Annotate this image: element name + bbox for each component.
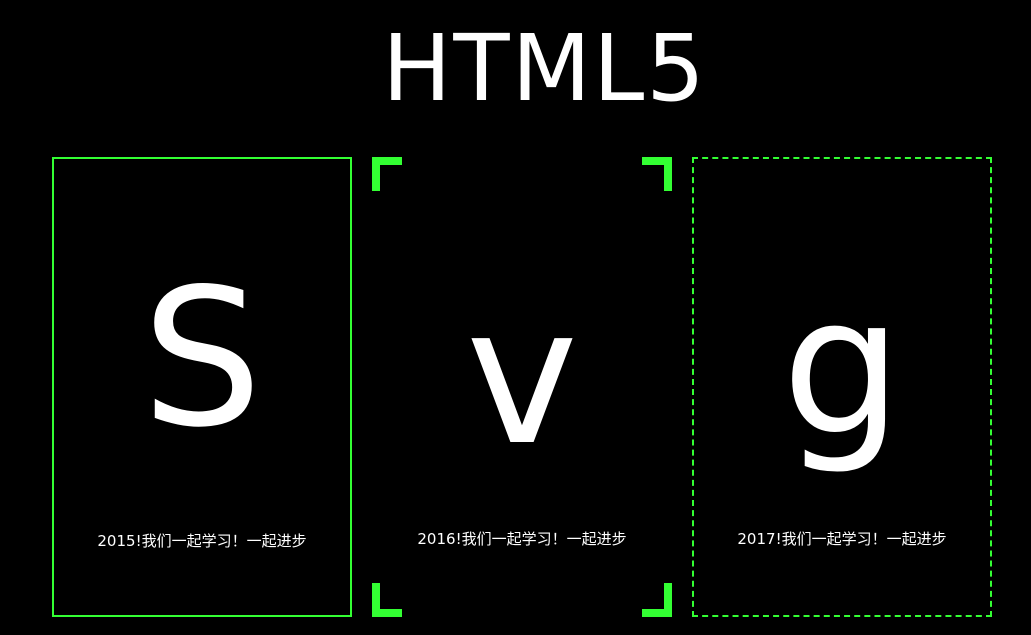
- corner-bracket-bottom-left: [372, 583, 402, 617]
- card-letter: S: [141, 248, 263, 469]
- corner-bracket-top-left: [372, 157, 402, 191]
- corner-bracket-top-right: [642, 157, 672, 191]
- card-caption: 2016!我们一起学习！一起进步: [417, 530, 627, 548]
- card-caption: 2017!我们一起学习！一起进步: [737, 530, 947, 548]
- corner-bracket-bottom-right: [642, 583, 672, 617]
- card-s: S 2015!我们一起学习！一起进步: [52, 157, 352, 617]
- card-letter: v: [465, 266, 579, 487]
- card-g: g 2017!我们一起学习！一起进步: [692, 157, 992, 617]
- page-title: HTML5: [382, 15, 707, 122]
- card-v: v 2016!我们一起学习！一起进步: [372, 157, 672, 617]
- card-caption: 2015!我们一起学习！一起进步: [97, 532, 307, 550]
- card-letter: g: [781, 256, 903, 477]
